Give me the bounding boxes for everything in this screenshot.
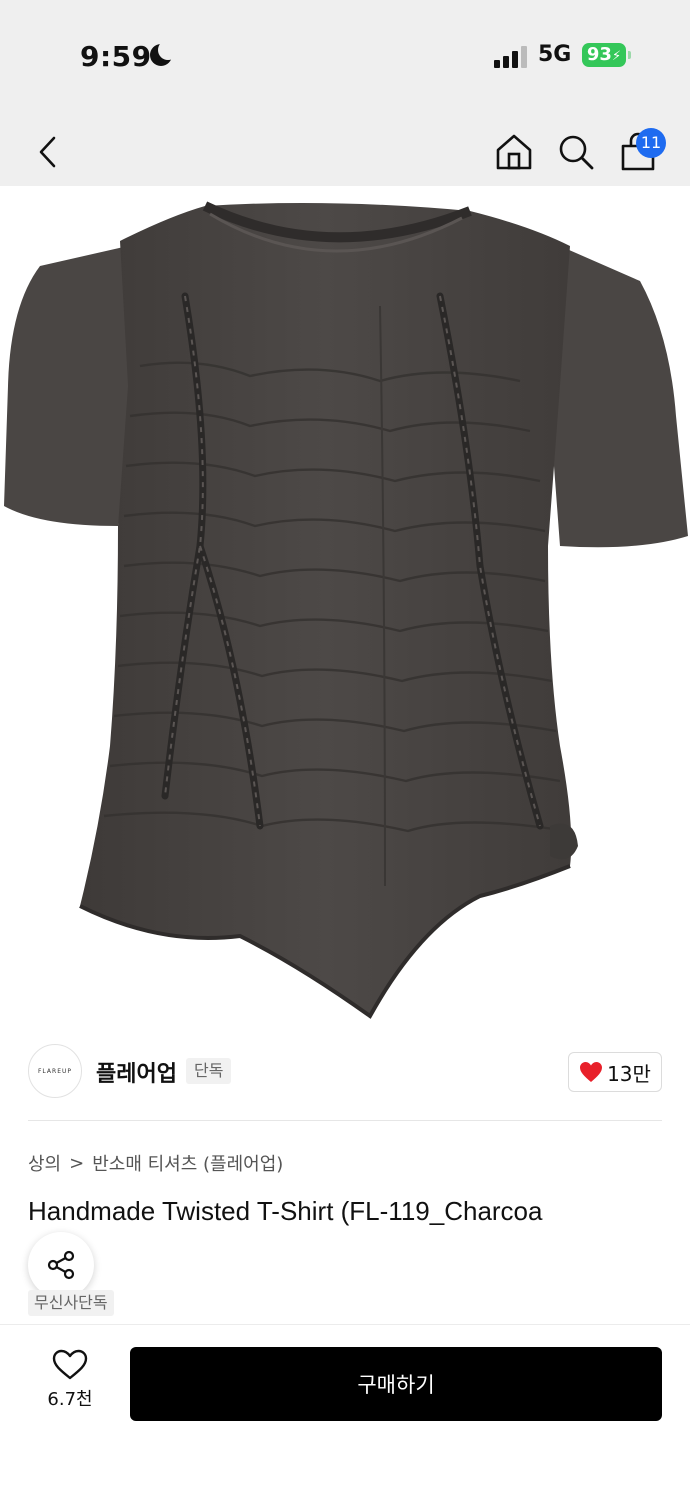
wish-count: 6.7천 — [47, 1389, 93, 1410]
home-button[interactable] — [492, 130, 536, 174]
home-icon — [496, 134, 532, 170]
brand-logo[interactable]: FLAREUP — [28, 1044, 82, 1098]
product-image[interactable] — [0, 186, 690, 1040]
cellular-signal-icon — [494, 46, 528, 68]
breadcrumb: 상의 > 반소매 티셔츠 (플레어업) — [28, 1150, 283, 1176]
buy-button[interactable]: 구매하기 — [130, 1347, 662, 1421]
network-type: 5G — [538, 42, 572, 67]
heart-outline-icon — [52, 1349, 88, 1380]
status-bar: 9:59 5G 93⚡ — [0, 0, 690, 110]
brand-row: FLAREUP 플레어업 단독 13만 — [0, 1040, 690, 1122]
product-title: Handmade Twisted T-Shirt (FL-119_Charcoa — [28, 1196, 543, 1226]
cart-count-badge: 11 — [636, 128, 666, 158]
search-button[interactable] — [554, 130, 598, 174]
brand-name[interactable]: 플레어업 — [96, 1056, 177, 1088]
status-time: 9:59 — [80, 40, 152, 73]
share-icon — [47, 1250, 75, 1280]
brand-like-button[interactable]: 13만 — [568, 1052, 662, 1092]
moon-icon — [150, 40, 178, 66]
bottom-action-bar: 6.7천 구매하기 — [0, 1324, 690, 1500]
breadcrumb-separator: > — [69, 1152, 85, 1174]
musinsa-exclusive-badge: 무신사단독 — [28, 1290, 114, 1316]
battery-icon: 93⚡ — [582, 43, 631, 67]
chevron-left-icon — [39, 136, 56, 168]
divider — [28, 1120, 662, 1121]
exclusive-tag: 단독 — [186, 1058, 232, 1084]
brand-logo-text: FLAREUP — [37, 1067, 72, 1075]
search-icon — [559, 135, 594, 170]
back-button[interactable] — [26, 130, 70, 174]
breadcrumb-subcategory[interactable]: 반소매 티셔츠 (플레어업) — [92, 1150, 283, 1176]
breadcrumb-category[interactable]: 상의 — [28, 1150, 61, 1176]
t-shirt-image — [4, 201, 688, 1019]
wish-button[interactable]: 6.7천 — [30, 1349, 110, 1419]
brand-like-count: 13만 — [607, 1061, 651, 1086]
nav-bar — [0, 110, 690, 186]
heart-filled-icon — [580, 1062, 603, 1082]
battery-level: 93 — [586, 44, 612, 65]
share-button[interactable] — [28, 1232, 94, 1298]
